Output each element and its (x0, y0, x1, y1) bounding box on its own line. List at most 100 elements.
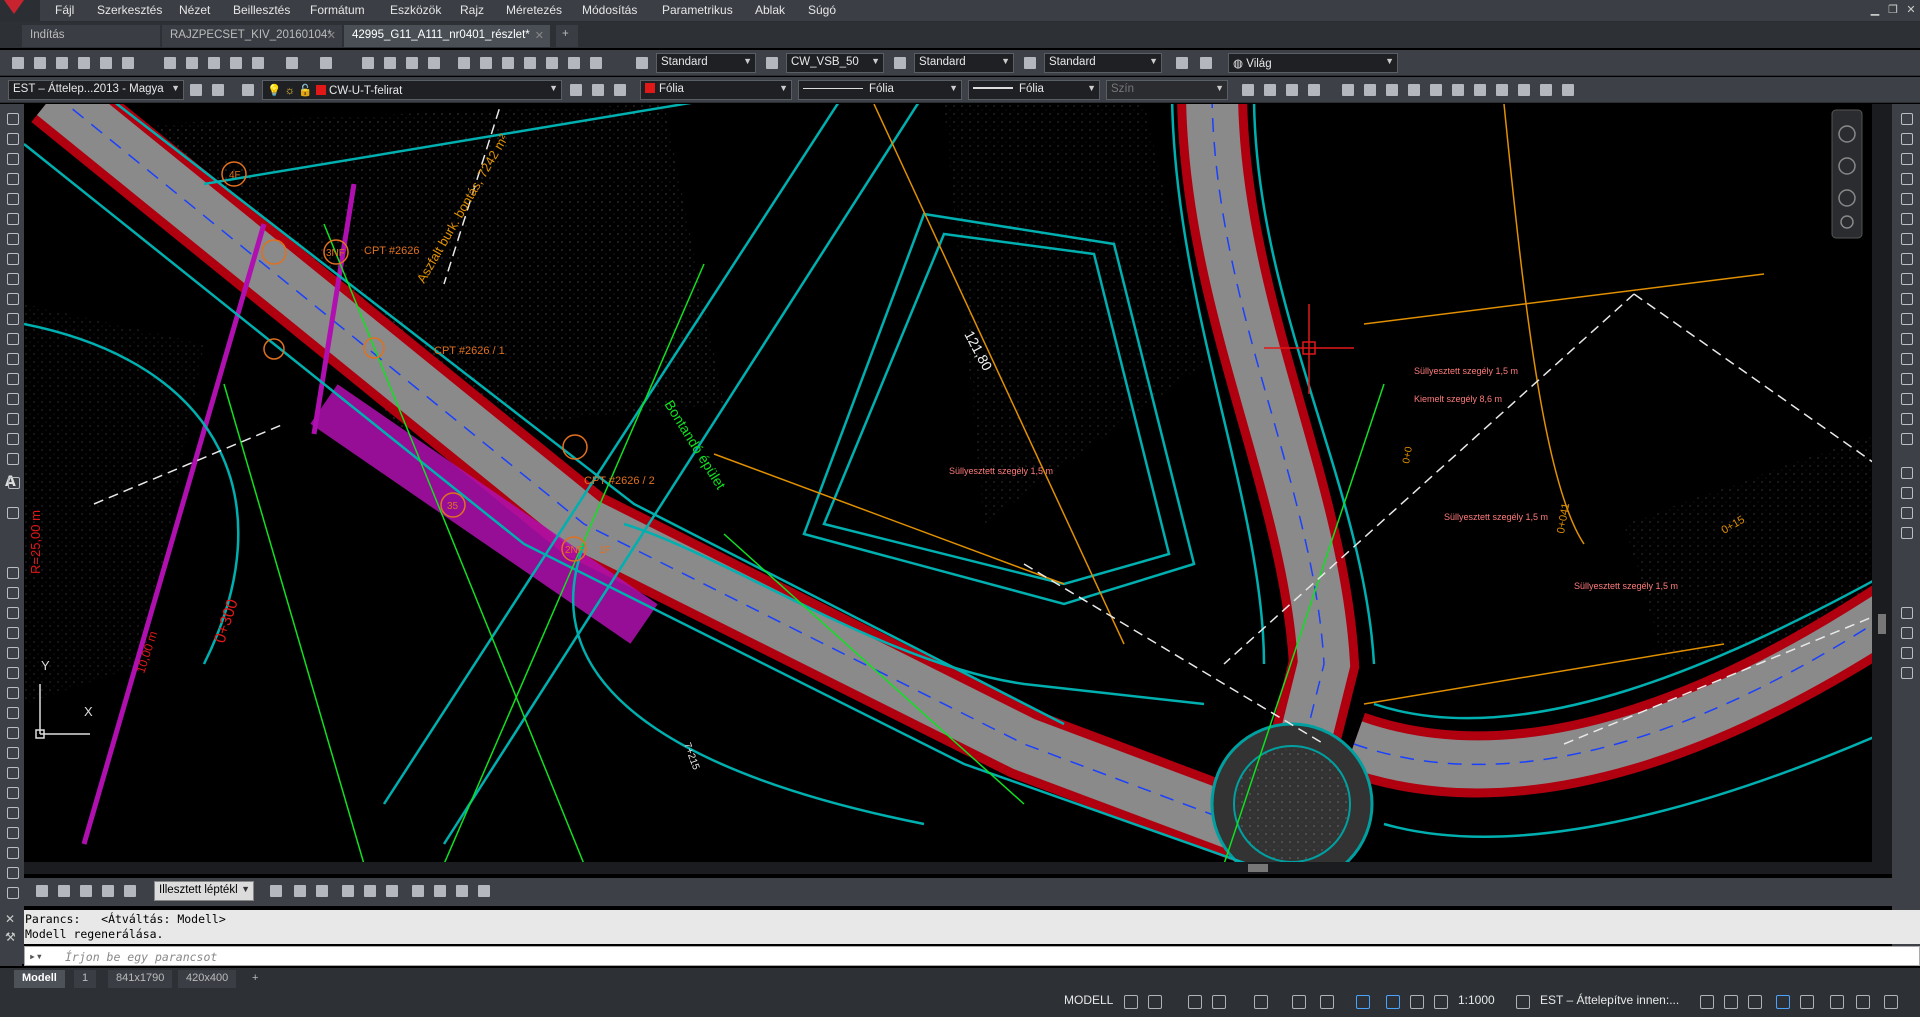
dim-tool-6-icon[interactable] (384, 883, 400, 899)
dim-style-select[interactable]: CW_VSB_50 ▼ (786, 53, 884, 73)
menu-edit[interactable]: Szerkesztés (97, 3, 162, 17)
blend-icon[interactable] (1898, 410, 1914, 426)
table-icon[interactable] (4, 450, 20, 466)
layer-tool-10-icon[interactable] (1538, 82, 1554, 98)
move-icon[interactable] (1898, 210, 1914, 226)
snap-icon[interactable] (1148, 995, 1162, 1009)
add-layout-button[interactable]: + (244, 970, 266, 988)
auto-scale-icon[interactable] (1434, 995, 1448, 1009)
tab-model[interactable]: Modell (14, 970, 65, 988)
layer-tool-5-icon[interactable] (1428, 82, 1444, 98)
misc-tool-2-icon[interactable] (1898, 624, 1914, 640)
draw-order-4-icon[interactable] (1898, 524, 1914, 540)
close-tab-icon[interactable]: ✕ (535, 29, 544, 42)
pan-icon[interactable] (360, 55, 376, 71)
draw-order-2-icon[interactable] (1898, 484, 1914, 500)
gradient-icon[interactable] (4, 410, 20, 426)
menu-format[interactable]: Formátum (310, 3, 365, 17)
isolate-objects-icon[interactable] (1748, 995, 1762, 1009)
tool-palettes-icon[interactable] (500, 55, 516, 71)
cut-icon[interactable] (162, 55, 178, 71)
preview-icon[interactable] (98, 55, 114, 71)
layer-tool-11-icon[interactable] (1560, 82, 1576, 98)
text-style-icon[interactable] (634, 55, 650, 71)
dim-diameter-icon[interactable] (4, 684, 20, 700)
model-space-toggle[interactable]: MODELL (1064, 993, 1113, 1007)
polar-icon[interactable] (1212, 995, 1226, 1009)
hatch-icon[interactable] (4, 390, 20, 406)
tab-rajzpecset[interactable]: RAJZPECSET_KIV_20160104* ✕ (162, 25, 342, 47)
layer-tool-1-icon[interactable] (1340, 82, 1356, 98)
table-style-select[interactable]: Standard ▼ (914, 53, 1014, 73)
workspace-switch[interactable]: EST – Áttelepítve innen:... (1540, 993, 1679, 1007)
isodraft-icon[interactable] (1254, 995, 1268, 1009)
join-icon[interactable] (1898, 350, 1914, 366)
transparency-icon[interactable] (1386, 995, 1400, 1009)
break-icon[interactable] (1898, 330, 1914, 346)
rectangle-icon[interactable] (4, 190, 20, 206)
tab-layout-841[interactable]: 841x1790 (108, 970, 173, 988)
tool-1-icon[interactable] (1240, 82, 1256, 98)
line-icon[interactable] (4, 110, 20, 126)
model-space-canvas[interactable]: Bontandó épület Aszfalt burk. bontás, 72… (24, 104, 1892, 862)
dim-aligned-icon[interactable] (4, 584, 20, 600)
dim-tool-8-icon[interactable] (432, 883, 448, 899)
fullscreen-icon[interactable] (1856, 995, 1870, 1009)
viewport-scale-select[interactable]: Illesztett léptékl ▼ (154, 881, 254, 901)
erase-icon[interactable] (1898, 110, 1914, 126)
tolerance-icon[interactable] (4, 824, 20, 840)
grid-icon[interactable] (1124, 995, 1138, 1009)
dim-tool-4-icon[interactable] (340, 883, 356, 899)
zoom-window-icon[interactable] (404, 55, 420, 71)
paste-icon[interactable] (206, 55, 222, 71)
restore-icon[interactable]: ❐ (1886, 3, 1900, 17)
dim-ordinate-icon[interactable] (4, 624, 20, 640)
layer-tool-3-icon[interactable] (1384, 82, 1400, 98)
array-icon[interactable] (1898, 190, 1914, 206)
properties-icon[interactable] (456, 55, 472, 71)
close-tab-icon[interactable]: ✕ (327, 29, 336, 42)
ellipse-arc-icon[interactable] (4, 310, 20, 326)
layer-previous-icon[interactable] (590, 82, 606, 98)
menu-parametric[interactable]: Parametrikus (662, 3, 733, 17)
offset-icon[interactable] (1898, 170, 1914, 186)
layer-isolate-icon[interactable] (612, 82, 628, 98)
viewport-dialog-icon[interactable] (34, 883, 50, 899)
construction-line-icon[interactable] (4, 130, 20, 146)
menu-modify[interactable]: Módosítás (582, 3, 637, 17)
settings-wrench-icon[interactable]: ⚒ (5, 930, 16, 944)
tab-start[interactable]: Indítás (22, 25, 160, 47)
layer-tool-4-icon[interactable] (1406, 82, 1422, 98)
add-selected-icon[interactable] (4, 504, 20, 520)
tool-2-icon[interactable] (1262, 82, 1278, 98)
publish-icon[interactable] (120, 55, 136, 71)
ucs-select[interactable]: ◍ Világ ▼ (1228, 53, 1398, 73)
draw-order-3-icon[interactable] (1898, 504, 1914, 520)
layer-tool-8-icon[interactable] (1494, 82, 1510, 98)
text-style-select[interactable]: Standard ▼ (656, 53, 756, 73)
rotate-icon[interactable] (1898, 230, 1914, 246)
menu-window[interactable]: Ablak (755, 3, 785, 17)
annotation-scale[interactable]: 1:1000 (1458, 993, 1495, 1007)
layer-properties-icon[interactable] (210, 82, 226, 98)
application-menu-icon[interactable] (0, 0, 40, 22)
command-input[interactable]: ▸▾ Írjon be egy parancsot (24, 946, 1920, 966)
spline-icon[interactable] (4, 270, 20, 286)
minimize-icon[interactable]: ▁ (1868, 3, 1882, 17)
point-icon[interactable] (4, 370, 20, 386)
navigation-bar[interactable] (1831, 109, 1863, 239)
dim-tool-5-icon[interactable] (362, 883, 378, 899)
horizontal-scroll-thumb[interactable] (1248, 864, 1268, 872)
design-center-icon[interactable] (478, 55, 494, 71)
menu-icon[interactable] (1884, 995, 1898, 1009)
layer-tool-2-icon[interactable] (1362, 82, 1378, 98)
sheet-set-icon[interactable] (522, 55, 538, 71)
table-style-icon[interactable] (892, 55, 908, 71)
arc-icon[interactable] (4, 210, 20, 226)
mtext-icon[interactable]: A (5, 474, 21, 490)
save-icon[interactable] (54, 55, 70, 71)
polygonal-viewport-icon[interactable] (78, 883, 94, 899)
dim-tool-10-icon[interactable] (476, 883, 492, 899)
layer-select[interactable]: 💡 ☼ 🔓 CW-U-T-felirat ▼ (262, 80, 562, 100)
scale-icon[interactable] (1898, 250, 1914, 266)
